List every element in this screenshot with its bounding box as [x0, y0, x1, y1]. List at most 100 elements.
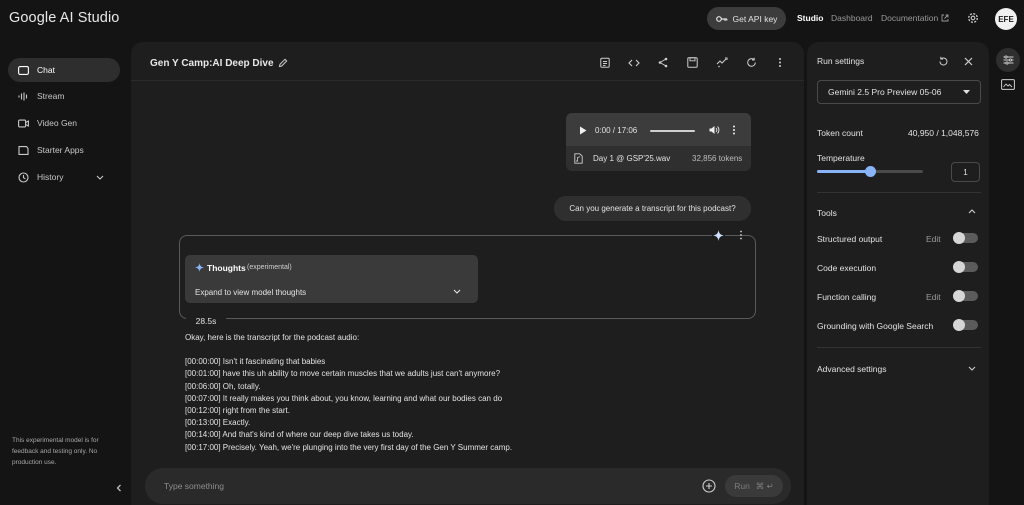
get-api-key-button[interactable]: Get API key — [707, 7, 786, 30]
transcript-line: [00:12:00] right from the start. — [185, 406, 290, 416]
run-button[interactable]: Run ⌘ ↵ — [725, 475, 783, 497]
sidebar-item-label: History — [37, 172, 64, 182]
function-calling-edit-link[interactable]: Edit — [926, 292, 941, 302]
transcript-line: [00:13:00] Exactly. — [185, 418, 251, 428]
thoughts-title: Thoughts — [207, 263, 246, 273]
expand-thoughts-link[interactable]: Expand to view model thoughts — [195, 288, 306, 297]
settings-gear-icon[interactable] — [967, 12, 979, 24]
chevron-down-icon — [96, 175, 104, 180]
save-icon[interactable] — [687, 57, 698, 68]
model-select-value: Gemini 2.5 Pro Preview 05-06 — [828, 87, 942, 97]
response-intro: Okay, here is the transcript for the pod… — [185, 333, 360, 342]
key-icon — [715, 15, 728, 23]
audio-progress-bar[interactable] — [650, 130, 695, 132]
transcript-line: [00:07:00] It really makes you think abo… — [185, 393, 503, 403]
volume-icon[interactable] — [709, 125, 720, 135]
transcript-line: [00:06:00] Oh, totally. — [185, 381, 261, 391]
structured-output-edit-link[interactable]: Edit — [926, 234, 941, 244]
chevron-down-icon[interactable] — [453, 289, 461, 294]
user-message: Can you generate a transcript for this p… — [554, 196, 751, 221]
audio-file-icon — [574, 153, 583, 164]
sidebar-item-history[interactable]: History — [8, 165, 120, 189]
add-media-icon[interactable] — [702, 479, 716, 493]
tool-structured-output-label: Structured output — [817, 234, 883, 244]
sidebar-item-stream[interactable]: Stream — [8, 84, 120, 108]
share-icon[interactable] — [658, 57, 668, 68]
run-settings-title: Run settings — [817, 56, 865, 66]
thoughts-spark-icon — [195, 263, 204, 272]
grounding-toggle[interactable] — [953, 319, 978, 331]
compare-icon[interactable] — [716, 57, 728, 68]
experimental-note: This experimental model is for feedback … — [12, 437, 99, 466]
temperature-slider-handle[interactable] — [865, 166, 876, 177]
tool-grounding-label: Grounding with Google Search — [817, 321, 934, 331]
transcript-line: [00:17:00] Precisely. Yeah, we're plungi… — [185, 442, 513, 452]
model-response: Okay, here is the transcript for the pod… — [185, 332, 745, 454]
run-settings-panel — [807, 42, 989, 505]
tool-code-execution-label: Code execution — [817, 263, 877, 273]
code-execution-toggle[interactable] — [953, 261, 978, 273]
sidebar-item-starter-apps[interactable]: Starter Apps — [8, 138, 120, 162]
play-icon[interactable] — [579, 126, 587, 135]
run-shortcut: ⌘ ↵ — [755, 480, 774, 491]
model-select[interactable]: Gemini 2.5 Pro Preview 05-06 — [817, 80, 981, 104]
transcript-line: [00:00:00] Isn't it fascinating that bab… — [185, 357, 326, 367]
tune-settings-icon[interactable] — [996, 48, 1020, 72]
sidebar-item-label: Starter Apps — [37, 145, 84, 155]
code-icon[interactable] — [628, 59, 640, 67]
avatar[interactable]: EFE — [995, 8, 1017, 30]
temperature-label: Temperature — [817, 153, 865, 163]
sidebar-item-video-gen[interactable]: Video Gen — [8, 111, 120, 135]
audio-more-icon[interactable] — [732, 125, 736, 135]
divider — [817, 192, 981, 193]
sidebar-item-label: Video Gen — [37, 118, 78, 128]
sidebar-item-label: Stream — [37, 91, 65, 101]
audio-token-count: 32,856 tokens — [692, 154, 743, 163]
gemini-spark-icon — [712, 229, 725, 242]
token-count-label: Token count — [817, 128, 863, 138]
chevron-up-icon[interactable] — [968, 209, 976, 214]
nav-documentation-label: Documentation — [881, 13, 939, 23]
refresh-icon[interactable] — [746, 57, 757, 68]
transcript-line: [00:14:00] And that's kind of where our … — [185, 430, 414, 440]
temperature-input[interactable]: 1 — [951, 162, 980, 182]
sidebar-item-chat[interactable]: Chat — [8, 58, 120, 82]
model-more-icon[interactable] — [739, 230, 743, 240]
elapsed-time: 28.5s — [186, 312, 226, 329]
nav-dashboard[interactable]: Dashboard — [831, 13, 873, 23]
reset-settings-icon[interactable] — [938, 56, 949, 67]
edit-title-pencil-icon[interactable] — [278, 58, 288, 68]
nav-documentation[interactable]: Documentation — [881, 13, 949, 23]
history-icon — [18, 171, 29, 183]
prompt-input[interactable]: Type something — [164, 481, 224, 491]
chat-icon — [18, 65, 29, 75]
apps-icon — [18, 145, 29, 155]
run-label: Run — [734, 481, 750, 491]
function-calling-toggle[interactable] — [953, 290, 978, 302]
clipboard-icon[interactable] — [600, 57, 610, 68]
get-api-key-label: Get API key — [732, 13, 778, 24]
collapse-sidebar-chevron-icon[interactable] — [114, 483, 124, 493]
transcript-line: [00:01:00] have this uh ability to move … — [185, 369, 501, 379]
app-logo[interactable]: Google AI Studio — [9, 10, 119, 26]
tool-function-calling-label: Function calling — [817, 292, 877, 302]
divider — [131, 80, 804, 81]
media-gallery-icon[interactable] — [1001, 79, 1015, 90]
token-count-value: 40,950 / 1,048,576 — [908, 128, 979, 138]
page-title: Gen Y Camp:AI Deep Dive — [150, 58, 274, 69]
more-vert-icon[interactable] — [778, 57, 782, 68]
audio-time: 0:00 / 17:06 — [595, 126, 638, 135]
nav-studio[interactable]: Studio — [797, 13, 823, 23]
structured-output-toggle[interactable] — [953, 232, 978, 244]
waveform-icon — [18, 92, 29, 101]
temperature-slider-fill — [817, 170, 870, 173]
close-icon[interactable] — [964, 57, 973, 66]
external-link-icon — [941, 14, 949, 22]
prompt-input-bar[interactable] — [145, 468, 791, 504]
sidebar-item-label: Chat — [37, 65, 55, 75]
video-icon — [18, 119, 29, 128]
audio-file-name: Day 1 @ GSP'25.wav — [593, 154, 671, 163]
dropdown-arrow-icon — [963, 90, 970, 94]
advanced-settings-label[interactable]: Advanced settings — [817, 364, 886, 374]
chevron-down-icon[interactable] — [968, 366, 976, 371]
